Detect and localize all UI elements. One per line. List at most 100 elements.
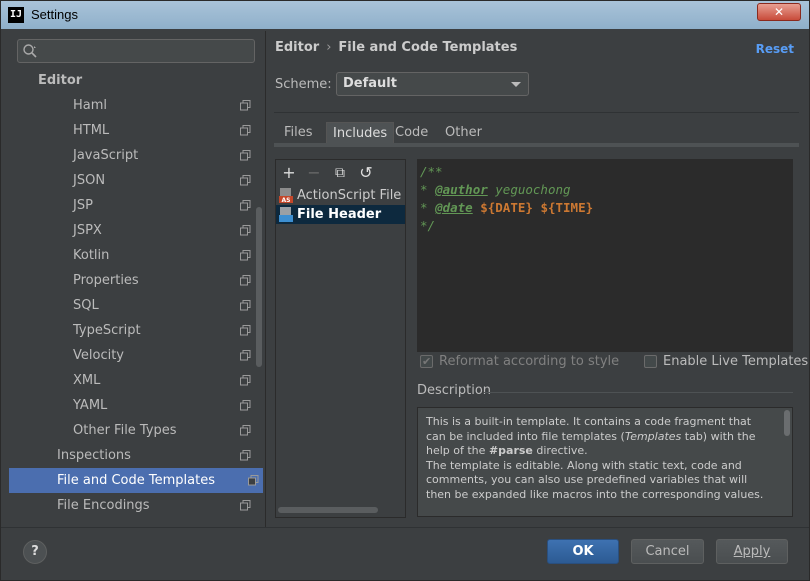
tree-item-jsp[interactable]: JSP	[9, 193, 255, 218]
comment-open: /**	[420, 164, 443, 179]
settings-dialog: IJ Settings ✕ Editor Haml HTML JavaScript J…	[0, 0, 810, 581]
reset-link[interactable]: Reset	[756, 42, 794, 56]
tab-underline	[274, 143, 799, 147]
template-code-editor[interactable]: /** * @author yeguochong * @date ${DATE}…	[417, 159, 793, 352]
chevron-down-icon	[511, 82, 521, 87]
description-separator	[484, 392, 793, 393]
tree-item-file-encodings[interactable]: File Encodings	[9, 493, 255, 518]
breadcrumb-separator: ›	[326, 40, 332, 55]
breadcrumb-current: File and Code Templates	[338, 40, 518, 55]
actionscript-file-icon: AS	[279, 188, 293, 203]
tree-item-label: File and Code Templates	[57, 473, 215, 488]
sidebar-scrollbar[interactable]	[256, 207, 262, 367]
live-templates-checkbox[interactable]	[644, 355, 657, 368]
tree-item-xml[interactable]: XML	[9, 368, 255, 393]
copy-icon	[240, 175, 251, 186]
copy-icon	[240, 450, 251, 461]
tree-item-label: HTML	[73, 123, 110, 138]
javadoc-date-tag: @date	[435, 200, 473, 215]
add-template-button[interactable]: +	[280, 164, 298, 182]
tree-item-html[interactable]: HTML	[9, 118, 255, 143]
title-bar[interactable]: IJ Settings ✕	[1, 1, 809, 29]
tree-item-properties[interactable]: Properties	[9, 268, 255, 293]
tree-item-label: Properties	[73, 273, 139, 288]
reformat-label: Reformat according to style	[439, 354, 620, 369]
close-button[interactable]: ✕	[757, 3, 801, 21]
date-variable: ${DATE}	[480, 200, 533, 215]
scheme-value: Default	[343, 76, 397, 91]
ok-button[interactable]: OK	[547, 539, 619, 564]
revert-template-button[interactable]: ↺	[357, 164, 375, 182]
tree-item-label: JSON	[73, 173, 106, 188]
tree-item-json[interactable]: JSON	[9, 168, 255, 193]
copy-icon	[240, 125, 251, 136]
tree-item-yaml[interactable]: YAML	[9, 393, 255, 418]
tree-item-file-and-code-templates[interactable]: File and Code Templates	[9, 468, 263, 493]
tree-item-label: Kotlin	[73, 248, 110, 263]
separator	[274, 112, 799, 113]
copy-icon	[248, 475, 259, 486]
code-line: * @author yeguochong	[420, 181, 790, 199]
description-paragraph: The template is editable. Along with sta…	[426, 458, 764, 501]
tree-item-label: YAML	[73, 398, 108, 413]
copy-icon	[240, 300, 251, 311]
author-value: yeguochong	[487, 182, 571, 197]
tree-item-haml[interactable]: Haml	[9, 93, 255, 118]
tree-item-label: Haml	[73, 98, 108, 113]
tree-item-kotlin[interactable]: Kotlin	[9, 243, 255, 268]
breadcrumb: Editor › File and Code Templates	[275, 40, 517, 55]
settings-search[interactable]	[17, 39, 255, 63]
code-line: */	[420, 217, 790, 235]
copy-icon	[240, 350, 251, 361]
tree-item-velocity[interactable]: Velocity	[9, 343, 255, 368]
description-scrollbar[interactable]	[784, 410, 790, 436]
list-horizontal-scrollbar[interactable]	[278, 507, 378, 513]
tree-item-label: XML	[73, 373, 101, 388]
intellij-app-icon: IJ	[8, 7, 24, 23]
window-title: Settings	[31, 7, 78, 22]
copy-icon	[240, 400, 251, 411]
tree-item-inspections[interactable]: Inspections	[9, 443, 255, 468]
copy-template-button[interactable]: ⧉	[331, 164, 349, 182]
description-box[interactable]: This is a built-in template. It contains…	[417, 407, 793, 517]
template-item-actionscript[interactable]: AS ActionScript File Header	[276, 186, 405, 205]
tree-item-label: JSP	[73, 198, 93, 213]
tree-item-javascript[interactable]: JavaScript	[9, 143, 255, 168]
template-item-file-header[interactable]: File Header	[276, 205, 405, 224]
template-name: ActionScript File Header	[297, 188, 405, 203]
help-button[interactable]: ?	[23, 540, 47, 564]
description-strong: #parse	[488, 444, 533, 457]
copy-icon	[240, 250, 251, 261]
tab-includes[interactable]: Includes	[326, 122, 395, 144]
apply-button[interactable]: Apply	[716, 539, 788, 564]
tree-item-label: Inspections	[57, 448, 131, 463]
tree-item-label: JSPX	[73, 223, 102, 238]
tree-item-label: TypeScript	[73, 323, 141, 338]
breadcrumb-parent[interactable]: Editor	[275, 40, 319, 55]
comment-prefix: *	[420, 182, 436, 197]
footer-separator	[1, 527, 809, 528]
description-emphasis: Templates	[624, 429, 682, 443]
comment-close: */	[420, 218, 436, 233]
tab-files[interactable]: Files	[278, 122, 319, 144]
cancel-button[interactable]: Cancel	[631, 539, 704, 564]
tree-item-typescript[interactable]: TypeScript	[9, 318, 255, 343]
tab-code[interactable]: Code	[389, 122, 434, 144]
search-input[interactable]	[42, 42, 242, 60]
tree-item-jspx[interactable]: JSPX	[9, 218, 255, 243]
copy-icon	[240, 225, 251, 236]
copy-icon	[240, 500, 251, 511]
copy-icon	[240, 100, 251, 111]
tree-item-label: Other File Types	[73, 423, 177, 438]
tree-item-other-file-types[interactable]: Other File Types	[9, 418, 255, 443]
tree-item-label: JavaScript	[73, 148, 139, 163]
remove-template-button[interactable]: −	[305, 164, 323, 182]
copy-icon	[240, 325, 251, 336]
tree-section-editor[interactable]: Editor	[9, 68, 255, 93]
javadoc-author-tag: @author	[435, 182, 488, 197]
tree-item-sql[interactable]: SQL	[9, 293, 255, 318]
reformat-checkbox[interactable]: ✔	[420, 355, 433, 368]
copy-icon	[240, 275, 251, 286]
tab-other[interactable]: Other	[439, 122, 488, 144]
scheme-dropdown[interactable]: Default	[336, 72, 529, 96]
